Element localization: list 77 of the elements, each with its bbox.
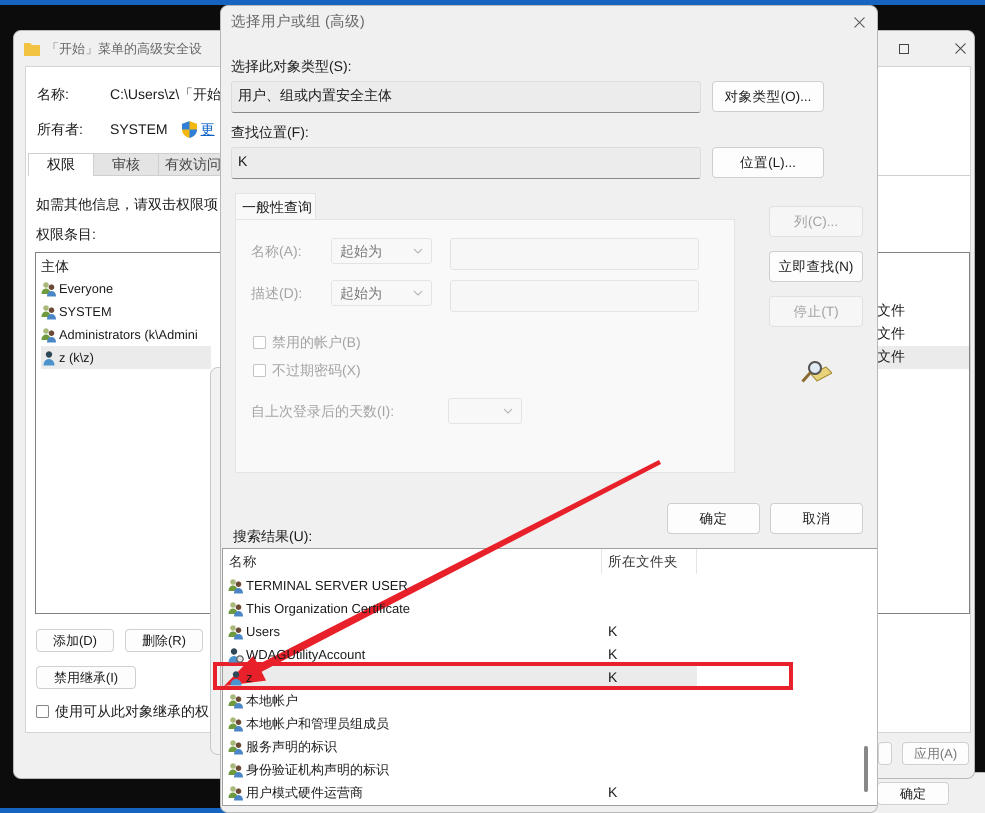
chevron-icon <box>503 408 513 414</box>
action-button[interactable]: 立即查找(N) <box>769 251 863 282</box>
tab[interactable]: 权限 <box>28 153 94 176</box>
users-icon <box>228 762 244 778</box>
input-field[interactable]: 用户、组或内置安全主体 <box>231 81 701 113</box>
owner-text: SYSTEM <box>110 120 168 139</box>
chevron-icon <box>413 290 423 296</box>
user-gear-icon <box>228 646 244 662</box>
field-label: 选择此对象类型(S): <box>231 57 353 75</box>
tab[interactable]: 审核 <box>93 153 159 175</box>
field-label: 名称(A): <box>251 242 303 261</box>
checkbox-label: 不过期密码(X) <box>272 361 361 380</box>
table-cell-text: 文件 <box>876 324 906 343</box>
table-cell-text: K <box>607 783 618 802</box>
list-row[interactable]: Everyone <box>41 277 211 300</box>
list-label: 权限条目: <box>36 226 96 242</box>
path-text: C:\Users\z\「开始 <box>110 85 222 104</box>
window-title: 「开始」菜单的高级安全设 <box>46 40 202 58</box>
tab[interactable]: 一般性查询 <box>235 193 316 219</box>
dialog-title: 选择用户或组 (高级) <box>231 12 365 32</box>
list-row[interactable]: 本地帐户和管理员组成员 <box>223 712 602 735</box>
user-icon <box>41 350 57 366</box>
results-label: 搜索结果(U): <box>233 527 312 546</box>
table-cell: 文件 <box>876 346 969 369</box>
close-icon[interactable] <box>955 43 966 54</box>
field-label: 描述(D): <box>251 284 304 303</box>
list-row[interactable]: SYSTEM <box>41 300 211 323</box>
column-header[interactable]: 所在文件夹 <box>602 549 697 574</box>
users-icon <box>228 600 244 616</box>
users-icon <box>41 326 57 342</box>
folder-icon <box>24 42 40 56</box>
info-text: 如需其他信息，请双击权限项 <box>36 196 218 212</box>
list-row[interactable]: 用户模式硬件运营商 <box>223 781 602 804</box>
list-row[interactable]: z (k\z) <box>41 346 211 369</box>
checkbox-label: 使用可从此对象继承的权 <box>55 702 209 721</box>
list-row[interactable]: TERMINAL SERVER USER <box>223 574 602 597</box>
action-button[interactable]: 添加(D) <box>36 629 114 652</box>
users-icon <box>228 578 244 594</box>
list-row[interactable]: 服务声明的标识 <box>223 735 602 758</box>
field-label: 查找位置(F): <box>231 123 310 141</box>
locations-button[interactable]: 位置(L)... <box>712 147 824 178</box>
action-button[interactable]: 删除(R) <box>125 629 203 652</box>
ok-button[interactable]: 确定 <box>667 503 760 534</box>
table-cell-text: K <box>607 622 618 641</box>
column-header[interactable]: 主体 <box>41 256 69 276</box>
users-icon <box>228 692 244 708</box>
field-label: 自上次登录后的天数(I): <box>251 402 396 421</box>
maximize-icon[interactable] <box>899 44 909 54</box>
users-icon <box>228 738 244 754</box>
table-cell-text: 文件 <box>876 301 906 320</box>
table-cell-text: K <box>607 645 618 664</box>
list-row[interactable]: Users <box>223 620 602 643</box>
field-label: 名称: <box>37 85 70 104</box>
users-icon <box>228 624 244 640</box>
shield-icon <box>182 120 197 138</box>
users-icon <box>41 280 57 296</box>
users-icon <box>228 716 244 732</box>
list-row[interactable]: Administrators (k\Admini <box>41 323 211 346</box>
field-label: 所有者: <box>37 120 84 139</box>
apply-button[interactable]: 应用(A) <box>902 742 969 765</box>
footer-button[interactable] <box>878 742 892 765</box>
ok-button[interactable]: 确定 <box>877 782 949 805</box>
users-icon <box>41 304 57 320</box>
object-types-button[interactable]: 对象类型(O)... <box>712 81 824 112</box>
change-link[interactable]: 更 <box>200 119 215 139</box>
list-row[interactable]: 身份验证机构声明的标识 <box>223 758 602 781</box>
close-icon[interactable] <box>854 16 865 28</box>
list-row[interactable]: 本地帐户 <box>223 689 602 712</box>
user-icon <box>228 670 244 686</box>
users-icon <box>228 784 244 800</box>
checkbox-label: 禁用的帐户(B) <box>272 333 361 352</box>
checkbox[interactable] <box>36 704 49 718</box>
input-field[interactable]: K <box>231 147 701 179</box>
scrollbar-thumb[interactable] <box>864 746 868 792</box>
cancel-button[interactable]: 取消 <box>770 503 863 534</box>
chevron-icon <box>413 248 423 254</box>
disable-inheritance-button[interactable]: 禁用继承(I) <box>36 666 136 689</box>
